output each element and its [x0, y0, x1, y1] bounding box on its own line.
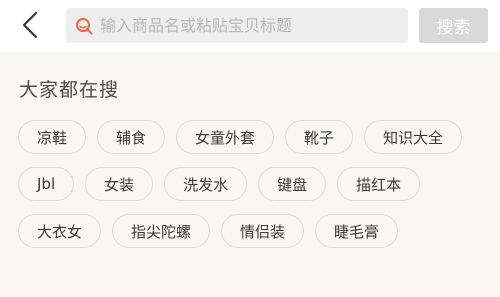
hot-search-tag[interactable]: 情侣装 [221, 214, 305, 248]
search-box[interactable] [66, 8, 408, 43]
tag-row: 凉鞋 辅食 女童外套 靴子 知识大全 [18, 120, 488, 154]
hot-search-tag[interactable]: 键盘 [258, 167, 327, 201]
chevron-left-icon [22, 11, 38, 39]
hot-search-tag[interactable]: 睫毛膏 [315, 214, 399, 248]
tag-row: 大衣女 指尖陀螺 情侣装 睫毛膏 [18, 214, 488, 248]
hot-search-tag[interactable]: 辅食 [97, 120, 166, 154]
hot-search-tag[interactable]: 洗发水 [164, 167, 248, 201]
hot-search-tag[interactable]: 女装 [85, 167, 154, 201]
hot-search-tag[interactable]: 描红本 [337, 167, 421, 201]
tag-row: Jbl 女装 洗发水 键盘 描红本 [18, 167, 488, 201]
hot-search-tag[interactable]: 大衣女 [18, 214, 102, 248]
search-input[interactable] [100, 8, 400, 43]
hot-search-tags: 凉鞋 辅食 女童外套 靴子 知识大全 Jbl 女装 洗发水 键盘 描红本 大衣女… [18, 120, 488, 261]
header-bar: 搜索 [0, 0, 500, 52]
search-icon [76, 18, 93, 35]
hot-search-tag[interactable]: 靴子 [285, 120, 354, 154]
hot-search-tag[interactable]: 凉鞋 [18, 120, 87, 154]
search-button[interactable]: 搜索 [419, 8, 488, 43]
hot-search-tag[interactable]: 女童外套 [176, 120, 275, 154]
hot-search-tag[interactable]: 知识大全 [364, 120, 463, 154]
hot-search-tag[interactable]: Jbl [18, 167, 75, 201]
section-title: 大家都在搜 [19, 79, 120, 101]
back-button[interactable] [18, 10, 42, 40]
hot-search-tag[interactable]: 指尖陀螺 [112, 214, 211, 248]
